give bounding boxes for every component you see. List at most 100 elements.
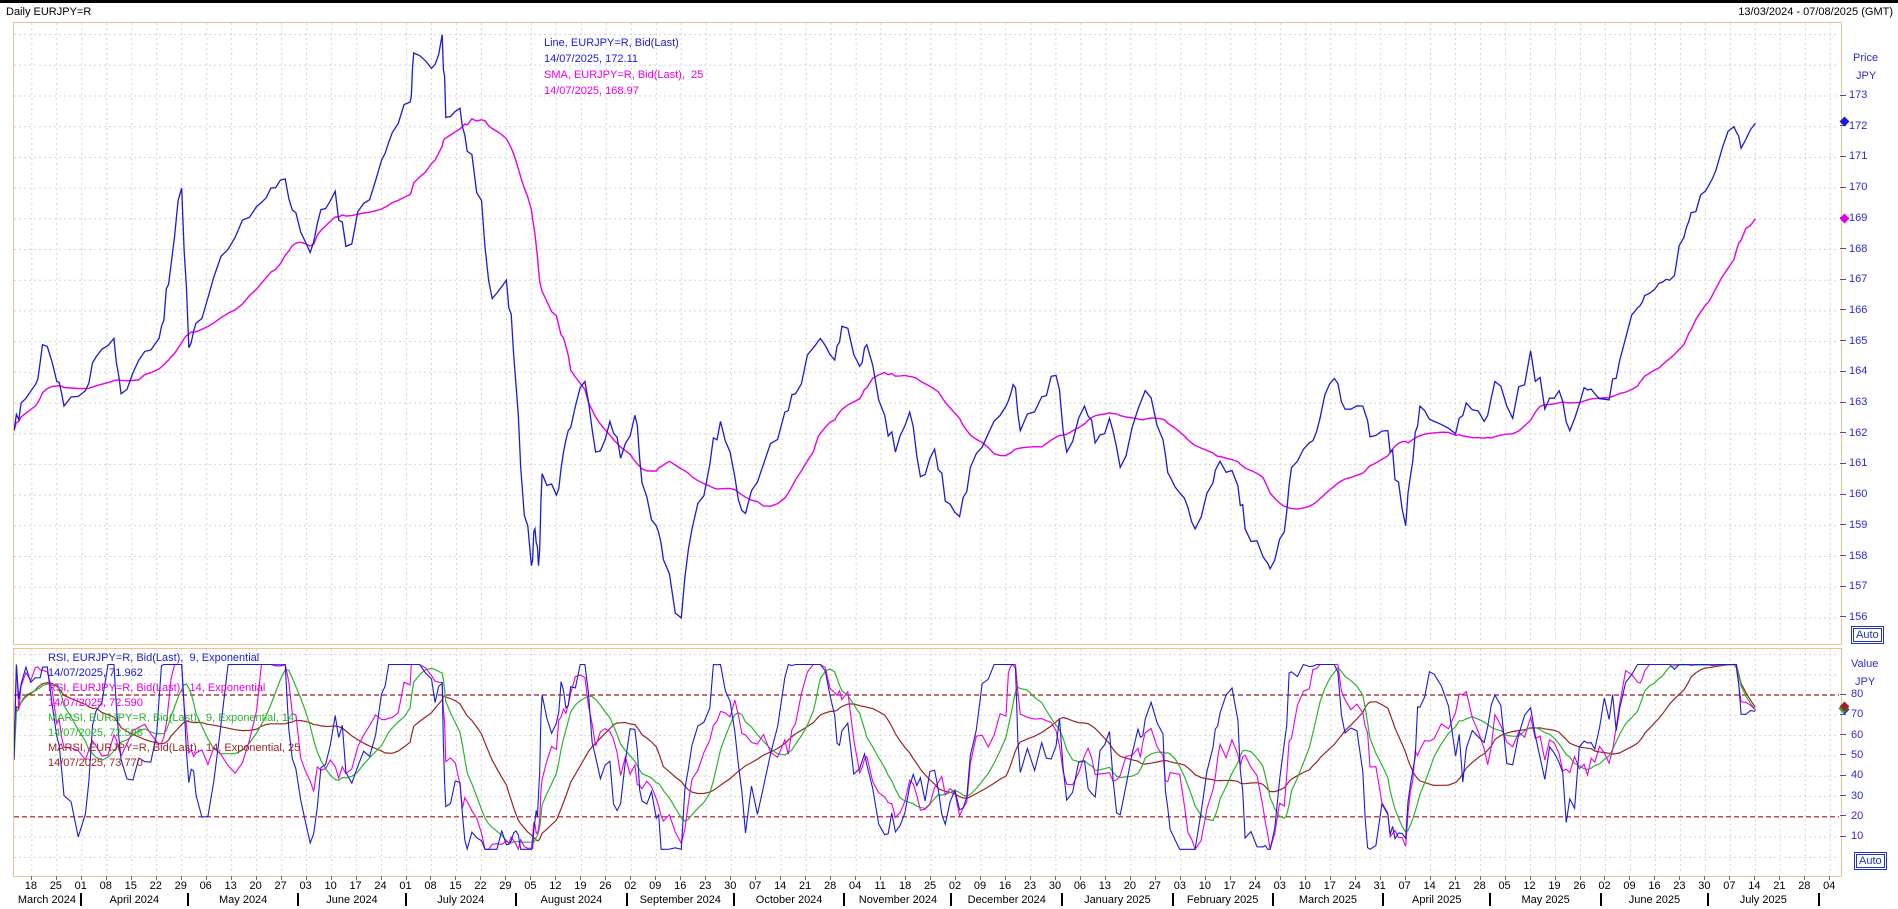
price-axis-tick: [1840, 402, 1846, 403]
price-axis-tick: [1840, 371, 1846, 372]
price-axis-tick-label: 166: [1849, 304, 1867, 316]
x-axis-month-label: November 2024: [844, 894, 951, 906]
x-axis-day-label: 26: [594, 880, 616, 892]
price-axis-tick: [1840, 555, 1846, 556]
value-axis-tick-label: 40: [1851, 769, 1863, 781]
x-axis-day-label: 17: [345, 880, 367, 892]
x-axis-day-label: 22: [145, 880, 167, 892]
x-axis-day-label: 24: [1244, 880, 1266, 892]
price-axis-tick-label: 173: [1849, 89, 1867, 101]
x-axis-day-label: 16: [994, 880, 1016, 892]
price-axis-tick-label: 167: [1849, 273, 1867, 285]
x-axis-day-label: 24: [370, 880, 392, 892]
indicator-chart-panel[interactable]: RSI, EURJPY=R, Bid(Last), 9, Exponential…: [13, 648, 1842, 877]
price-axis-tick: [1840, 309, 1846, 310]
x-axis-day-label: 14: [1743, 880, 1765, 892]
x-axis-day-label: 23: [1668, 880, 1690, 892]
value-axis-tick-label: 80: [1851, 688, 1863, 700]
x-axis-day-label: 08: [95, 880, 117, 892]
price-axis-tick: [1840, 248, 1846, 249]
x-axis-day-label: 07: [1394, 880, 1416, 892]
x-axis-day-label: 09: [969, 880, 991, 892]
legend-line: 14/07/2025, 73.770: [48, 756, 300, 771]
auto-scale-button-price-label: Auto: [1853, 628, 1882, 642]
legend-line: 14/07/2025, 168.97: [544, 83, 703, 99]
legend-line: Line, EURJPY=R, Bid(Last): [544, 35, 703, 51]
price-axis-tick-label: 159: [1849, 519, 1867, 531]
x-axis-day-label: 09: [1618, 880, 1640, 892]
legend-line: 14/07/2025, 72.598: [48, 726, 300, 741]
price-axis-tick-label: 170: [1849, 181, 1867, 193]
x-axis-day-label: 15: [444, 880, 466, 892]
x-axis-month-label: June 2025: [1601, 894, 1708, 906]
value-axis-tick: [1840, 754, 1846, 755]
value-axis-title-line2: JPY: [1855, 676, 1875, 688]
price-axis-tick-label: 168: [1849, 243, 1867, 255]
main-chart-panel[interactable]: Line, EURJPY=R, Bid(Last)14/07/2025, 172…: [13, 22, 1842, 645]
price-axis-tick-label: 162: [1849, 427, 1867, 439]
x-axis-day-label: 10: [1294, 880, 1316, 892]
auto-scale-button-price[interactable]: Auto: [1851, 626, 1884, 644]
x-axis-day-label: 03: [295, 880, 317, 892]
indicator-chart-legend: RSI, EURJPY=R, Bid(Last), 9, Exponential…: [48, 651, 300, 771]
value-axis-tick: [1840, 795, 1846, 796]
price-axis-tick: [1840, 187, 1846, 188]
x-axis-day-label: 17: [1319, 880, 1341, 892]
value-axis-tick-label: 50: [1851, 749, 1863, 761]
x-axis-day-label: 19: [569, 880, 591, 892]
value-axis-tick-label: 30: [1851, 790, 1863, 802]
x-axis-day-label: 23: [1019, 880, 1041, 892]
price-axis-tick-label: 161: [1849, 457, 1867, 469]
x-axis-day-label: 29: [494, 880, 516, 892]
price-axis-tick: [1840, 432, 1846, 433]
x-axis-day-label: 31: [1369, 880, 1391, 892]
x-axis-day-label: 04: [1818, 880, 1840, 892]
x-axis-day-label: 12: [544, 880, 566, 892]
date-axis: 1825010815222906132027031017240108152229…: [13, 875, 1858, 907]
x-axis-day-label: 16: [1643, 880, 1665, 892]
price-plot[interactable]: [14, 23, 1839, 642]
price-line: [14, 35, 1755, 618]
chart-date-range: 13/03/2024 - 07/08/2025 (GMT): [1738, 6, 1893, 18]
price-axis-tick: [1840, 524, 1846, 525]
x-axis-day-label: 20: [1119, 880, 1141, 892]
value-axis-tick: [1840, 734, 1846, 735]
price-axis-tick-label: 165: [1849, 335, 1867, 347]
x-axis-month-label: December 2024: [951, 894, 1062, 906]
x-axis-day-label: 05: [1494, 880, 1516, 892]
price-axis-tick: [1840, 586, 1846, 587]
x-axis-day-label: 13: [1094, 880, 1116, 892]
x-axis-day-label: 21: [1444, 880, 1466, 892]
x-axis-day-label: 13: [220, 880, 242, 892]
x-axis-day-label: 02: [944, 880, 966, 892]
x-axis-day-label: 08: [419, 880, 441, 892]
price-axis-tick: [1840, 95, 1846, 96]
x-axis-day-label: 29: [170, 880, 192, 892]
value-axis-tick: [1840, 775, 1846, 776]
x-axis-day-label: 06: [195, 880, 217, 892]
x-axis-day-label: 12: [1519, 880, 1541, 892]
x-axis-day-label: 26: [1569, 880, 1591, 892]
value-axis-tick: [1840, 694, 1846, 695]
legend-line: 14/07/2025, 72.590: [48, 696, 300, 711]
x-axis-day-label: 23: [694, 880, 716, 892]
price-axis-tick-label: 171: [1849, 150, 1867, 162]
auto-scale-button-value[interactable]: Auto: [1854, 852, 1887, 870]
x-axis-month-label: May 2025: [1490, 894, 1601, 906]
x-axis-day-label: 03: [1169, 880, 1191, 892]
legend-line: MARSI, EURJPY=R, Bid(Last), 14, Exponent…: [48, 741, 300, 756]
sma-line: [14, 119, 1755, 509]
x-axis-day-label: 18: [894, 880, 916, 892]
x-axis-day-label: 21: [1768, 880, 1790, 892]
x-axis-month-label: August 2024: [516, 894, 627, 906]
x-axis-day-label: 22: [469, 880, 491, 892]
chart-title: Daily EURJPY=R: [6, 6, 91, 18]
x-axis-month-label: October 2024: [734, 894, 845, 906]
x-axis-day-label: 04: [844, 880, 866, 892]
x-axis-day-label: 25: [919, 880, 941, 892]
price-axis-tick-label: 157: [1849, 580, 1867, 592]
price-axis-tick-label: 169: [1849, 212, 1867, 224]
price-axis-tick-label: 158: [1849, 550, 1867, 562]
chart-application-window: { "header": { "title": "Daily EURJPY=R",…: [0, 0, 1898, 909]
price-axis-title-line2: JPY: [1856, 70, 1876, 82]
